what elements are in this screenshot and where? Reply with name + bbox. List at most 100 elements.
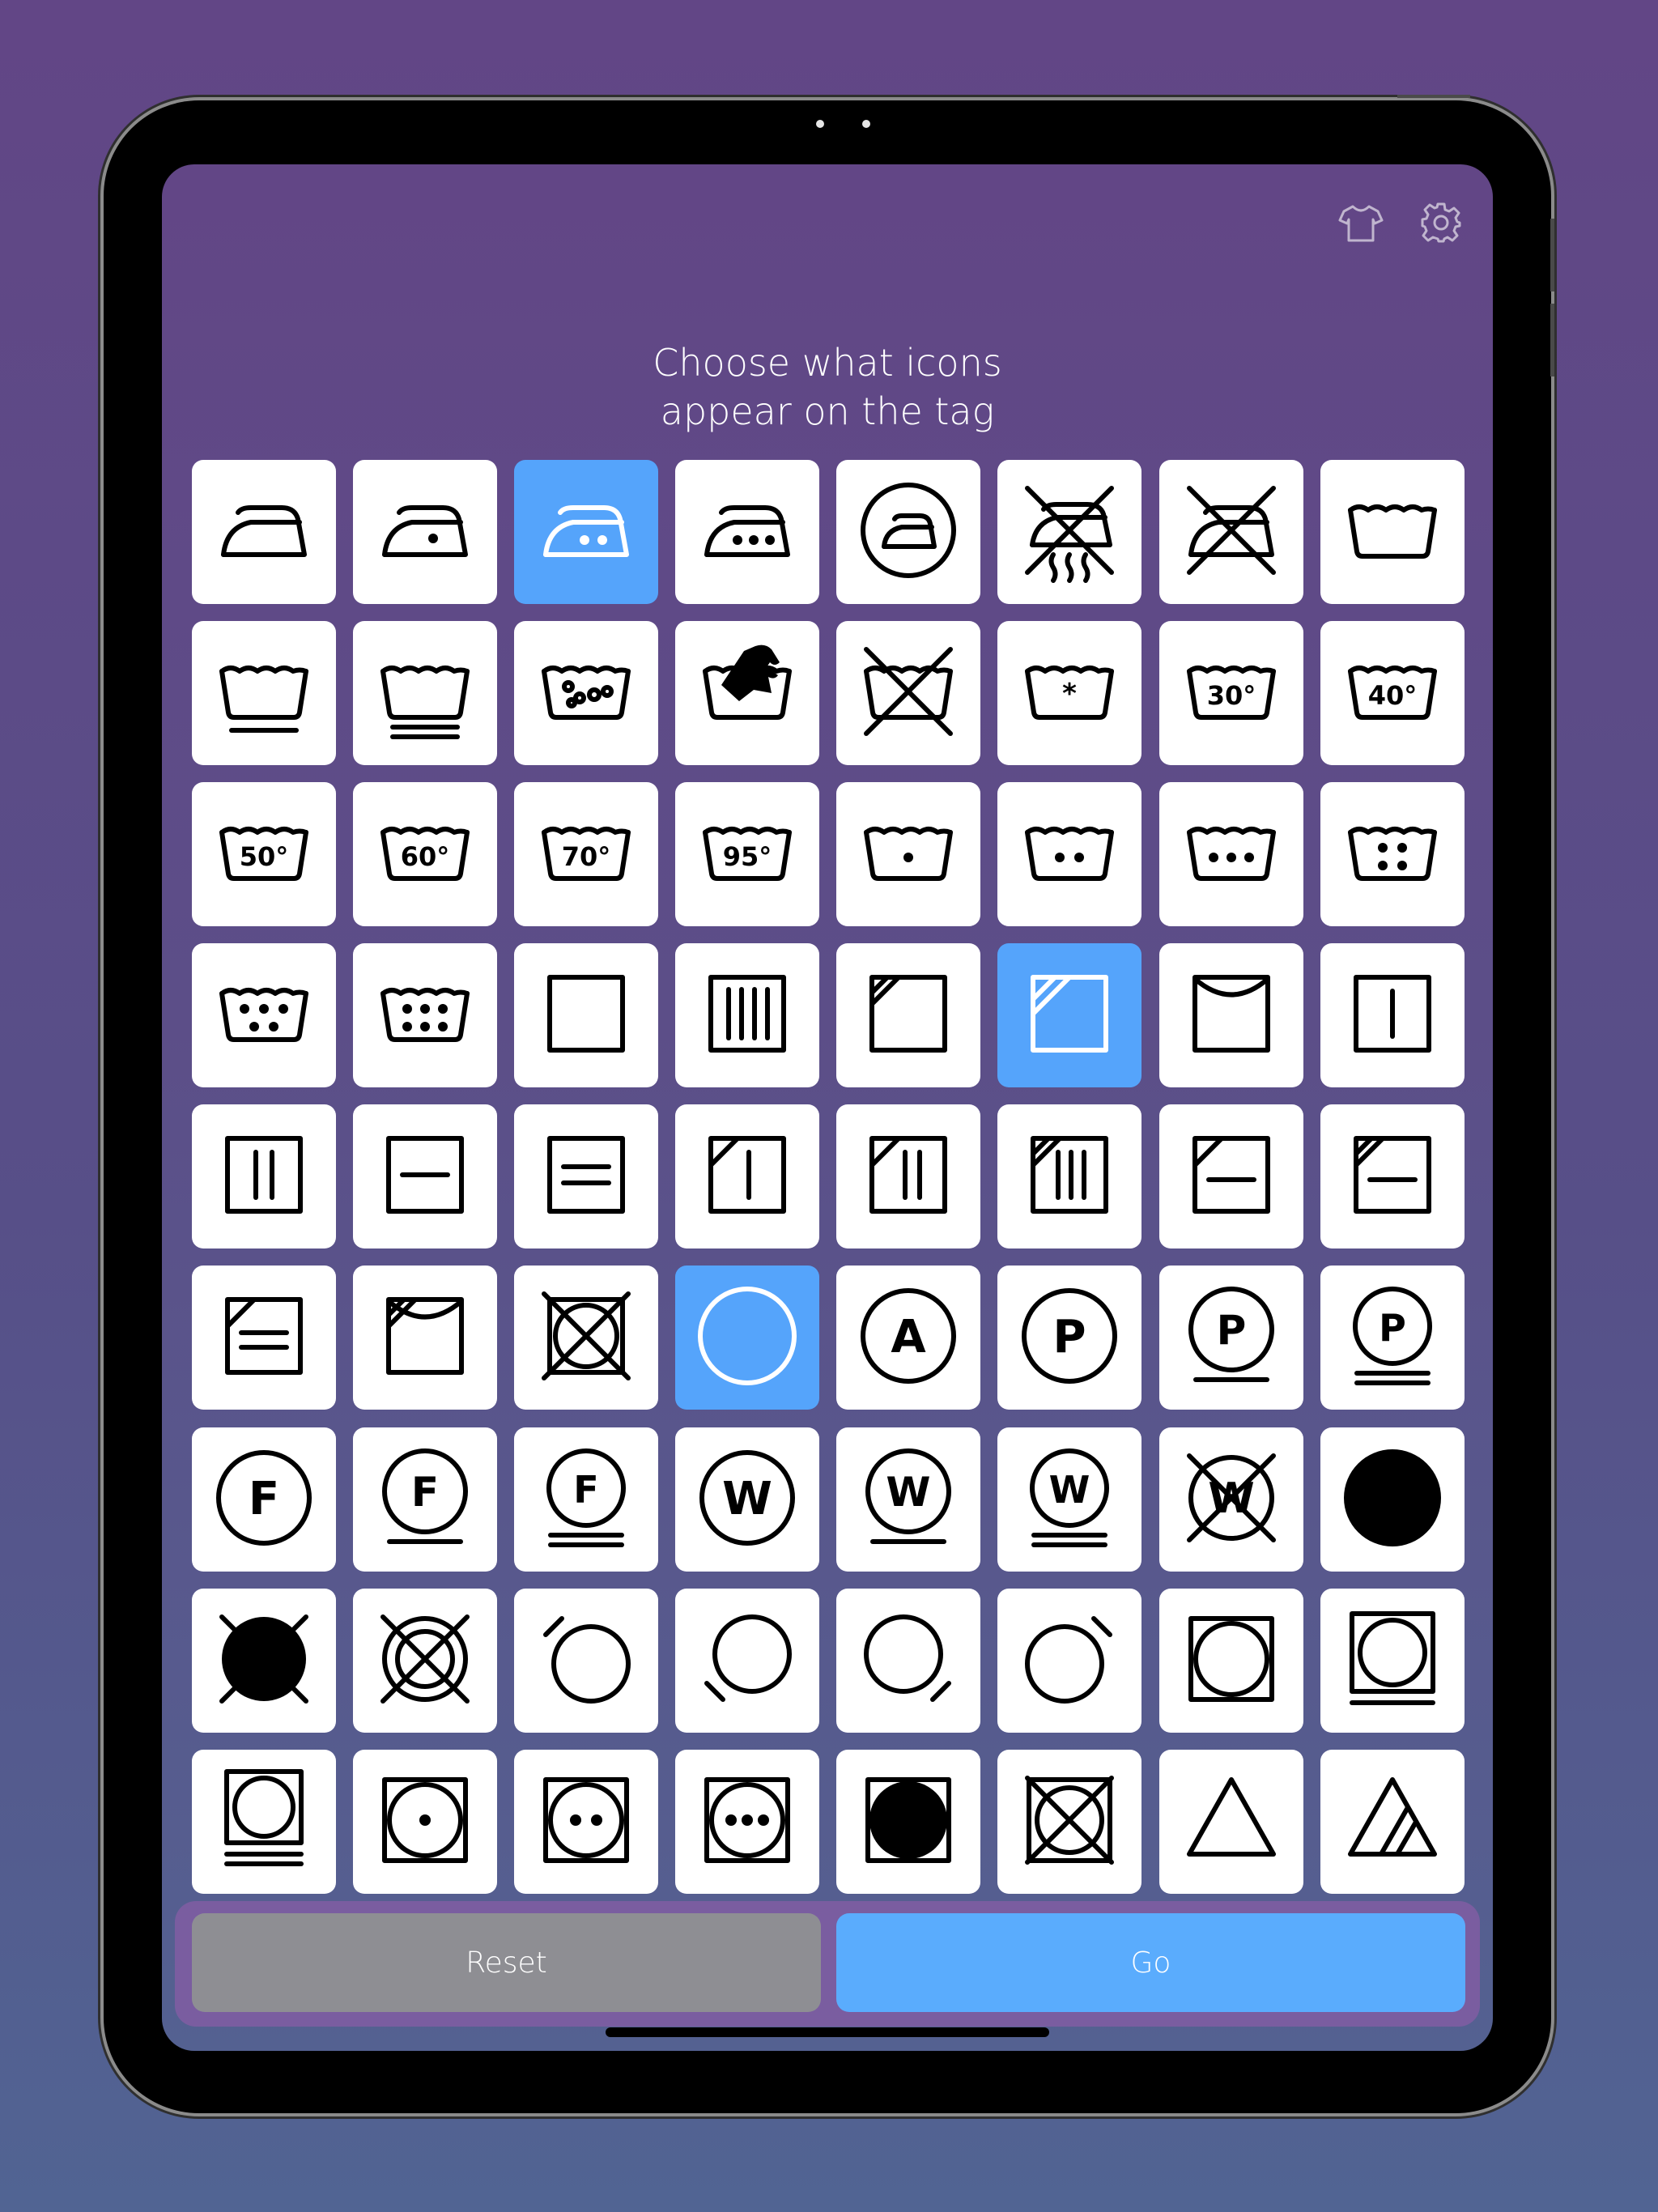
symbol-tile[interactable]: 40°: [1320, 621, 1465, 766]
symbol-tile[interactable]: [997, 943, 1142, 1088]
do-not-tumble-dry-icon: [1013, 1763, 1126, 1880]
symbol-tile[interactable]: W: [836, 1427, 981, 1572]
symbol-tile[interactable]: 95°: [675, 782, 820, 927]
wash-tub-icon: [1336, 474, 1449, 590]
symbol-tile[interactable]: F: [353, 1427, 498, 1572]
tshirt-icon[interactable]: [1337, 198, 1385, 247]
wash-40-icon: 40°: [1336, 635, 1449, 751]
symbol-tile[interactable]: [353, 1588, 498, 1733]
volume-up-button: [1550, 219, 1554, 291]
symbol-tile[interactable]: [192, 621, 336, 766]
symbol-label: F: [411, 1469, 439, 1516]
volume-down-button: [1550, 304, 1554, 376]
symbol-tile[interactable]: [353, 1104, 498, 1249]
page-title: Choose what icons appear on the tag: [162, 338, 1493, 436]
symbol-tile[interactable]: [675, 460, 820, 604]
home-indicator: [606, 2027, 1049, 2037]
symbol-tile[interactable]: P: [1158, 1266, 1303, 1410]
symbol-tile[interactable]: [192, 1266, 336, 1410]
symbol-label: 60°: [401, 841, 450, 872]
wet-clean-w-very-gentle-icon: W: [1013, 1441, 1126, 1558]
symbol-tile[interactable]: [1320, 1427, 1465, 1572]
reset-button[interactable]: Reset: [192, 1913, 821, 2012]
wash-permanent-press-icon: [207, 635, 321, 751]
symbol-tile[interactable]: [192, 1104, 336, 1249]
symbol-tile[interactable]: W: [997, 1427, 1142, 1572]
symbol-tile[interactable]: [1320, 1588, 1465, 1733]
symbol-tile[interactable]: [353, 1749, 498, 1894]
symbol-tile[interactable]: [1320, 1104, 1465, 1249]
symbol-tile[interactable]: [997, 782, 1142, 927]
symbol-tile[interactable]: [997, 460, 1142, 604]
symbol-tile[interactable]: [675, 621, 820, 766]
symbol-tile[interactable]: 50°: [192, 782, 336, 927]
symbol-tile[interactable]: [192, 460, 336, 604]
wash-30-icon: 30°: [1175, 635, 1288, 751]
symbol-tile[interactable]: [836, 1588, 981, 1733]
symbol-tile[interactable]: [353, 460, 498, 604]
symbol-tile[interactable]: [836, 782, 981, 927]
symbol-tile[interactable]: [836, 943, 981, 1088]
dry-clean-f-icon: F: [207, 1441, 321, 1558]
symbol-tile[interactable]: [997, 1749, 1142, 1894]
dry-square-icon: [529, 957, 643, 1074]
symbol-tile[interactable]: [514, 1266, 659, 1410]
symbol-tile[interactable]: [836, 460, 981, 604]
symbol-tile[interactable]: [1320, 460, 1465, 604]
symbol-tile[interactable]: [675, 1749, 820, 1894]
symbol-tile[interactable]: [675, 1266, 820, 1410]
symbol-tile[interactable]: [836, 1749, 981, 1894]
symbol-tile[interactable]: 60°: [353, 782, 498, 927]
symbol-tile[interactable]: [192, 1749, 336, 1894]
symbol-tile[interactable]: 30°: [1158, 621, 1303, 766]
symbol-tile[interactable]: [836, 1104, 981, 1249]
symbol-tile[interactable]: *: [997, 621, 1142, 766]
symbol-tile[interactable]: F: [192, 1427, 336, 1572]
symbol-tile[interactable]: [1158, 460, 1303, 604]
symbol-tile[interactable]: [1320, 782, 1465, 927]
symbol-tile[interactable]: [997, 1104, 1142, 1249]
symbol-tile[interactable]: [353, 1266, 498, 1410]
wash-four-dots-icon: [1336, 796, 1449, 912]
go-button[interactable]: Go: [836, 1913, 1465, 2012]
symbol-tile[interactable]: [353, 621, 498, 766]
symbol-tile[interactable]: [1158, 1749, 1303, 1894]
symbol-tile[interactable]: [997, 1588, 1142, 1733]
symbol-tile[interactable]: [1158, 782, 1303, 927]
gear-icon[interactable]: [1417, 198, 1465, 247]
symbol-tile[interactable]: P: [997, 1266, 1142, 1410]
symbol-tile[interactable]: W: [675, 1427, 820, 1572]
symbol-tile[interactable]: [514, 1104, 659, 1249]
symbol-tile[interactable]: F: [514, 1427, 659, 1572]
symbol-tile[interactable]: W: [1158, 1427, 1303, 1572]
dry-clean-any-solvent-icon: A: [852, 1279, 965, 1396]
symbol-tile[interactable]: [1320, 1749, 1465, 1894]
hand-wash-icon: [691, 635, 804, 751]
symbol-tile[interactable]: [192, 1588, 336, 1733]
symbol-tile[interactable]: [675, 1588, 820, 1733]
symbol-label: W: [722, 1473, 772, 1525]
symbol-tile[interactable]: [836, 621, 981, 766]
symbol-tile[interactable]: A: [836, 1266, 981, 1410]
symbol-tile[interactable]: [353, 943, 498, 1088]
symbol-tile[interactable]: [192, 943, 336, 1088]
symbol-tile[interactable]: [675, 1104, 820, 1249]
symbol-tile[interactable]: [1158, 1588, 1303, 1733]
symbol-tile[interactable]: [1158, 1104, 1303, 1249]
symbol-tile[interactable]: [514, 621, 659, 766]
symbol-tile[interactable]: [514, 943, 659, 1088]
symbol-tile[interactable]: [1158, 943, 1303, 1088]
symbol-tile[interactable]: 70°: [514, 782, 659, 927]
symbol-tile[interactable]: [1320, 943, 1465, 1088]
do-not-iron-icon: [1175, 474, 1288, 590]
symbol-tile[interactable]: [514, 460, 659, 604]
iron-two-dots-icon: [529, 474, 643, 590]
symbol-tile[interactable]: [675, 943, 820, 1088]
do-not-dry-icon: [529, 1279, 643, 1396]
symbol-label: A: [891, 1311, 927, 1363]
symbol-tile[interactable]: [514, 1588, 659, 1733]
symbol-label: 30°: [1206, 680, 1256, 711]
symbol-tile[interactable]: P: [1320, 1266, 1465, 1410]
dry-clean-f-gentle-icon: F: [368, 1441, 482, 1558]
symbol-tile[interactable]: [514, 1749, 659, 1894]
